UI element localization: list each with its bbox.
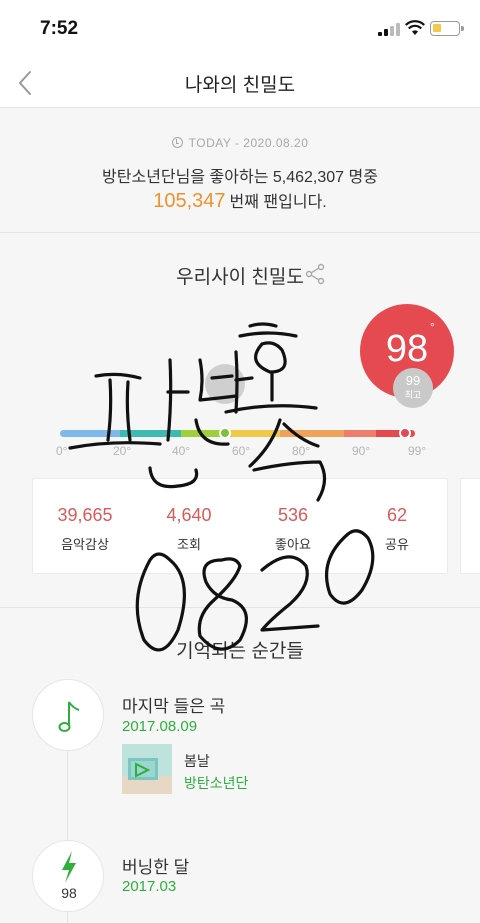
today-date: TODAY - 2020.08.20: [0, 136, 480, 150]
clock-icon: [171, 137, 183, 148]
burning-month-date: 2017.03: [122, 878, 177, 895]
top-score-bubble: 99 최고: [393, 368, 433, 408]
gauge-tick-label: 60°: [232, 444, 251, 458]
timeline-node-music: [32, 679, 104, 751]
gauge-tick-label: 0°: [56, 444, 68, 458]
gauge-segment: [226, 430, 281, 437]
gauge-segment: [120, 430, 181, 437]
album-art: [122, 744, 172, 794]
stat-value: 536: [277, 505, 309, 525]
battery-icon: [430, 21, 464, 36]
cellular-signal-icon: [378, 22, 400, 36]
gauge-tick-label: 90°: [352, 444, 371, 458]
today-date-label: TODAY - 2020.08.20: [188, 136, 309, 150]
last-song-date: 2017.08.09: [122, 718, 198, 735]
stat-label: 좋아요: [275, 537, 311, 552]
next-card-peek[interactable]: [460, 478, 480, 574]
nav-bar: 나와의 친밀도: [0, 58, 480, 108]
stat-item: 62 공유: [345, 479, 449, 553]
stat-item: 536 좋아요: [241, 479, 345, 553]
intimacy-section: 우리사이 친밀도 98 ° 99 최고 0° 20° 40° 60° 80° 90° 99°…: [0, 234, 480, 606]
gauge-segment: [343, 430, 376, 437]
stat-label: 음악감상: [61, 537, 109, 552]
music-note-icon: [58, 701, 80, 732]
degree-mark: °: [430, 320, 435, 334]
lightning-bolt-icon: [62, 851, 76, 883]
stat-item: 39,665 음악감상: [33, 479, 137, 553]
last-song-title: 마지막 들은 곡: [122, 697, 226, 716]
gauge-tick-label: 99°: [408, 444, 427, 458]
today-summary: TODAY - 2020.08.20 방탄소년단님을 좋아하는 5,462,30…: [0, 108, 480, 233]
song-name[interactable]: 봄날: [184, 751, 210, 771]
intimacy-title: 우리사이 친밀도: [176, 267, 304, 288]
stat-value: 62: [386, 505, 408, 525]
share-icon[interactable]: [304, 263, 326, 285]
gauge-ticks: 0° 20° 40° 60° 80° 90° 99°: [0, 444, 480, 462]
my-score: 98: [385, 328, 429, 370]
moments-title: 기억되는 순간들: [176, 641, 304, 662]
fan-rank-suffix: 번째 팬입니다.: [229, 194, 327, 211]
stat-value: 39,665: [57, 505, 113, 525]
activity-stats: 39,665 음악감상 4,640 조회 536 좋아요 62 공유: [32, 478, 448, 574]
album-cover[interactable]: [122, 744, 172, 794]
top-score-label: 최고: [404, 390, 422, 400]
fan-rank-number: 105,347: [153, 190, 226, 212]
fan-count-text: 방탄소년단님을 좋아하는 5,462,307 명중: [102, 169, 378, 186]
timeline-node-burning: 98: [32, 840, 104, 912]
gauge-tick-label: 80°: [292, 444, 311, 458]
gauge-tick-label: 20°: [113, 444, 132, 458]
average-marker: [219, 427, 231, 439]
top-score: 99: [405, 373, 421, 388]
gauge-tick-label: 40°: [172, 444, 191, 458]
artist-name[interactable]: 방탄소년단: [184, 773, 248, 793]
gauge-segment: [280, 430, 344, 437]
stat-value: 4,640: [166, 505, 212, 525]
stat-item: 4,640 조회: [137, 479, 241, 553]
my-level-marker: [398, 427, 411, 439]
fan-rank-text: 105,347 번째 팬입니다.: [0, 188, 480, 213]
wifi-icon: [405, 20, 425, 35]
intimacy-gauge: [60, 430, 415, 437]
gauge-segment: [60, 430, 121, 437]
stat-label: 공유: [385, 537, 409, 552]
status-time: 7:52: [40, 18, 79, 39]
burning-score: 98: [61, 885, 77, 901]
moments-section: 기억되는 순간들 마지막 들은 곡 2017.08.09 봄날 방탄소년단 98…: [0, 607, 480, 923]
burning-month-title: 버닝한 달: [122, 858, 190, 877]
page-title: 나와의 친밀도: [184, 75, 296, 96]
average-marker-bubble: [205, 364, 245, 404]
status-bar: 7:52: [0, 0, 480, 58]
stat-label: 조회: [177, 537, 201, 552]
